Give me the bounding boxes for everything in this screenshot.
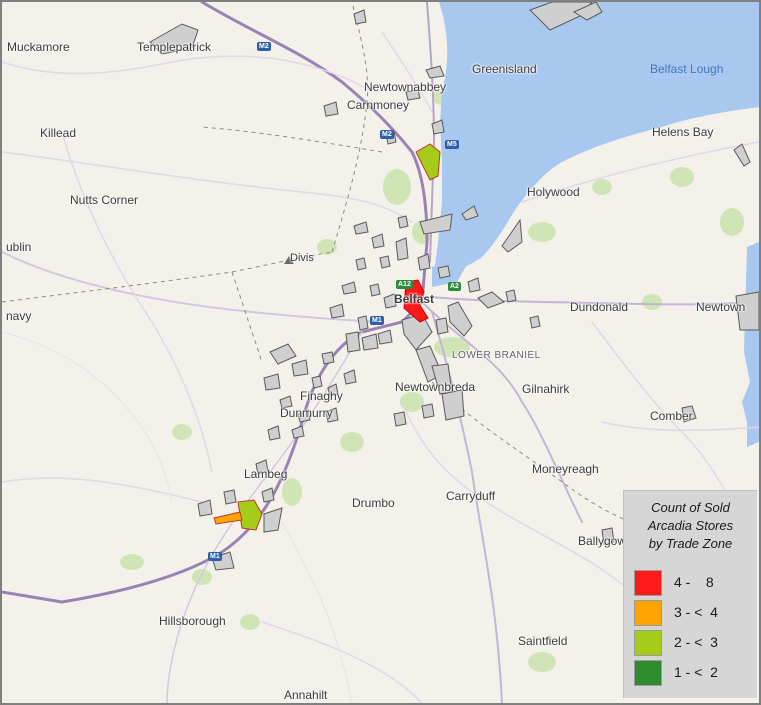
place-label-killead: Killead — [40, 126, 77, 140]
trade-zone — [393, 411, 407, 427]
park — [528, 222, 556, 242]
place-label-newtownbreda: Newtownbreda — [395, 380, 476, 394]
legend-swatch-red — [634, 570, 662, 596]
park — [720, 208, 744, 236]
place-label-templepatrick: Templepatrick — [137, 40, 212, 54]
park — [670, 167, 694, 187]
place-label-greenisland: Greenisland — [472, 62, 537, 76]
park — [528, 652, 556, 672]
trade-zone — [529, 315, 541, 329]
legend-title-line: Count of Sold — [651, 500, 730, 515]
legend-swatch-green — [634, 660, 662, 686]
trade-zone — [435, 317, 449, 335]
place-label-drumbo: Drumbo — [352, 496, 395, 510]
trade-zone — [321, 351, 335, 365]
legend-item: 4 - 8 — [634, 570, 754, 596]
place-label-navy: navy — [6, 309, 32, 323]
legend-range: 2 - < 3 — [674, 634, 718, 650]
park — [120, 554, 144, 570]
place-label-annahilt: Annahilt — [284, 688, 328, 702]
place-label-newtown: Newtown — [696, 300, 746, 314]
park — [282, 478, 302, 506]
trade-zone — [379, 255, 391, 269]
place-label-gilnahirk: Gilnahirk — [522, 382, 570, 396]
trade-zone — [223, 489, 237, 505]
road-shield-m5: M5 — [445, 140, 459, 149]
legend-swatch-orange — [634, 600, 662, 626]
road-shield-a12: A12 — [396, 280, 413, 289]
place-label-carnmoney: Carnmoney — [347, 98, 410, 112]
park — [592, 179, 612, 195]
trade-zone — [395, 237, 409, 261]
place-label-dunmurry: Dunmurry — [280, 406, 333, 420]
place-label-lambeg: Lambeg — [244, 467, 288, 481]
place-label-belfast: Belfast — [394, 292, 435, 306]
park — [240, 614, 260, 630]
park — [192, 569, 212, 585]
legend-title: Count of Sold Arcadia Stores by Trade Zo… — [624, 499, 757, 553]
road-shield-m2: M2 — [380, 130, 394, 139]
trade-zone — [505, 289, 517, 303]
legend: Count of Sold Arcadia Stores by Trade Zo… — [623, 490, 757, 698]
trade-zone — [441, 389, 465, 421]
place-label-saintfield: Saintfield — [518, 634, 568, 648]
place-label-dublin: ublin — [6, 240, 32, 254]
legend-item: 2 - < 3 — [634, 630, 754, 656]
road-shield-m2: M2 — [257, 42, 271, 51]
place-label-finaghy: Finaghy — [300, 389, 343, 403]
park — [642, 294, 662, 310]
park — [340, 432, 364, 452]
place-label-comber: Comber — [650, 409, 693, 423]
park — [383, 169, 411, 205]
legend-title-line: Arcadia Stores — [647, 518, 734, 533]
place-label-carryduff: Carryduff — [446, 489, 496, 503]
place-label-dundonald: Dundonald — [570, 300, 629, 314]
place-label-lower-braniel: LOWER BRANIEL — [452, 350, 541, 361]
legend-range: 1 - < 2 — [674, 664, 718, 680]
legend-swatch-yellowgreen — [634, 630, 662, 656]
park — [172, 424, 192, 440]
trade-zone — [421, 403, 435, 419]
trade-zone — [345, 331, 361, 353]
place-label-nutts-corner: Nutts Corner — [70, 193, 139, 207]
legend-item: 3 - < 4 — [634, 600, 754, 626]
road-shield-a2: A2 — [448, 282, 461, 291]
legend-range: 4 - 8 — [674, 574, 714, 590]
park — [400, 392, 424, 412]
place-label-holywood: Holywood — [527, 185, 580, 199]
trade-zone — [311, 375, 323, 389]
place-label-hillsborough: Hillsborough — [159, 614, 226, 628]
place-label-newtownabbey: Newtownabbey — [364, 80, 447, 94]
legend-title-line: by Trade Zone — [648, 536, 733, 551]
trade-zone — [355, 257, 367, 271]
place-label-helens-bay: Helens Bay — [652, 125, 714, 139]
trade-zone — [369, 283, 381, 297]
place-label-ballygowan: Ballygow — [578, 534, 627, 548]
trade-zone — [397, 215, 409, 229]
legend-item: 1 - < 2 — [634, 660, 754, 686]
trade-zone — [437, 265, 451, 279]
place-label-moneyreagh: Moneyreagh — [532, 462, 599, 476]
trade-zone — [357, 315, 369, 331]
place-label-divis: Divis — [290, 252, 314, 264]
place-label-muckamore: Muckamore — [7, 40, 70, 54]
road-shield-m1: M1 — [208, 552, 222, 561]
legend-range: 3 - < 4 — [674, 604, 718, 620]
road-shield-m1: M1 — [370, 316, 384, 325]
map-frame[interactable]: Belfast Lough Muckamore Templepatrick Ne… — [0, 0, 761, 705]
water-label: Belfast Lough — [650, 62, 724, 76]
